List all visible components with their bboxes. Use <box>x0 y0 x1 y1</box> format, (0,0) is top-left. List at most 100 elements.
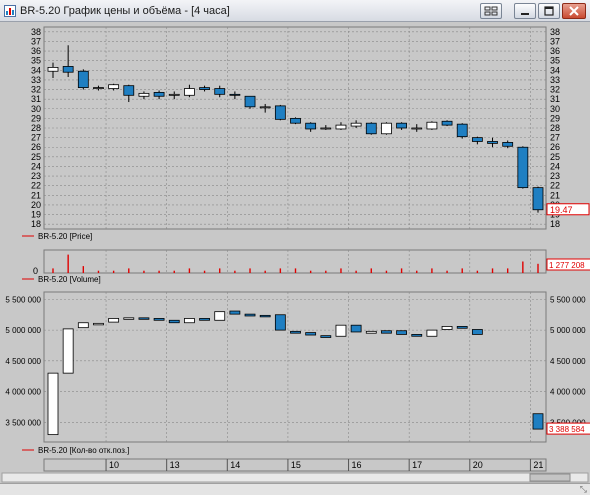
price-tick-right: 38 <box>550 27 560 37</box>
status-bar: ⤡ <box>0 483 590 495</box>
time-tick-label: 20 <box>473 460 483 470</box>
price-tick-left: 37 <box>31 36 41 46</box>
price-tick-left: 19 <box>31 210 41 220</box>
price-tick-left: 29 <box>31 113 41 123</box>
oi-candle <box>274 314 286 331</box>
price-tick-left: 23 <box>31 171 41 181</box>
price-candle <box>426 121 438 130</box>
price-candle <box>365 122 377 135</box>
price-candle <box>350 122 362 127</box>
time-tick-label: 15 <box>291 460 301 470</box>
oi-candle <box>244 313 256 317</box>
price-candle <box>320 127 332 130</box>
price-candle <box>456 123 468 138</box>
volume-zero-tick: 0 <box>33 266 38 276</box>
oi-candle <box>305 332 317 336</box>
price-candle <box>244 95 256 108</box>
oi-candle <box>108 318 120 323</box>
oi-candle <box>123 317 135 320</box>
oi-tick-left: 4 500 000 <box>5 357 41 366</box>
oi-candle <box>381 330 392 334</box>
oi-candle <box>456 326 468 329</box>
oi-tick-left: 4 000 000 <box>5 388 41 397</box>
layout-icon <box>484 6 498 16</box>
maximize-button[interactable] <box>538 3 560 19</box>
price-candle <box>487 141 498 144</box>
restore-layout-button[interactable] <box>480 3 502 19</box>
price-candle <box>441 120 453 126</box>
price-candle <box>153 92 165 97</box>
price-candle <box>77 70 89 89</box>
price-candle <box>381 122 392 135</box>
oi-candle <box>320 335 332 338</box>
price-tick-left: 25 <box>31 152 41 162</box>
oi-tick-right: 5 000 000 <box>550 326 586 335</box>
price-tick-left: 35 <box>31 56 41 66</box>
maximize-icon <box>544 6 554 16</box>
price-tick-left: 21 <box>31 190 41 200</box>
close-button[interactable] <box>562 3 586 19</box>
price-candle <box>517 146 529 189</box>
price-candle <box>123 85 135 96</box>
oi-candle <box>335 324 347 337</box>
chart-workspace[interactable]: BR-5.20 [Price] BR-5.20 [Volume] BR-5.20 [… <box>0 22 590 495</box>
time-tick-label: 16 <box>352 460 362 470</box>
oi-tick-left: 5 500 000 <box>5 295 41 304</box>
oi-tick-right: 4 000 000 <box>550 388 586 397</box>
price-tick-left: 27 <box>31 133 41 143</box>
time-tick-label: 17 <box>412 460 422 470</box>
oi-candle <box>471 329 483 335</box>
price-candle <box>108 84 120 89</box>
price-tick-right: 34 <box>550 65 560 75</box>
price-tick-right: 37 <box>550 36 560 46</box>
time-tick-label: 21 <box>533 460 543 470</box>
oi-candle <box>199 318 210 321</box>
oi-candle <box>62 328 74 374</box>
price-panel[interactable] <box>43 26 547 230</box>
open-interest-panel[interactable] <box>43 291 547 443</box>
chart-canvas[interactable]: BR-5.20 [Price] BR-5.20 [Volume] BR-5.20 [… <box>0 22 590 483</box>
time-tick-label: 14 <box>230 460 240 470</box>
price-candle <box>290 117 301 124</box>
price-candle <box>396 122 407 129</box>
price-tick-right: 35 <box>550 56 560 66</box>
price-candle <box>229 93 241 96</box>
oi-last-value: 3 388 584 <box>549 425 585 434</box>
price-candle <box>93 87 104 89</box>
oi-candle <box>365 330 377 334</box>
price-tick-right: 28 <box>550 123 560 133</box>
price-tick-right: 18 <box>550 219 560 229</box>
legend-label: BR-5.20 [Price] <box>38 232 92 241</box>
price-tick-right: 29 <box>550 113 560 123</box>
oi-tick-left: 5 000 000 <box>5 326 41 335</box>
price-tick-left: 31 <box>31 94 41 104</box>
price-candle <box>184 88 195 96</box>
price-tick-right: 36 <box>550 46 560 56</box>
resize-grip-icon[interactable]: ⤡ <box>580 484 587 495</box>
price-tick-right: 21 <box>550 190 560 200</box>
price-tick-left: 34 <box>31 65 41 75</box>
price-tick-left: 33 <box>31 75 41 85</box>
title-bar: BR-5.20 График цены и объёма - [4 часа] <box>0 0 590 22</box>
oi-candle <box>396 330 407 335</box>
oi-candle <box>138 317 150 320</box>
price-tick-left: 28 <box>31 123 41 133</box>
price-candle <box>199 87 210 90</box>
price-tick-left: 32 <box>31 85 41 95</box>
price-candle <box>62 66 74 73</box>
oi-candle <box>47 372 59 436</box>
horizontal-scrollbar[interactable] <box>1 472 589 483</box>
oi-candle <box>259 314 271 318</box>
scrollbar-thumb[interactable] <box>529 473 571 482</box>
minimize-button[interactable] <box>514 3 536 19</box>
oi-candle <box>153 318 165 321</box>
price-tick-left: 20 <box>31 200 41 210</box>
oi-candle <box>93 322 104 326</box>
time-tick-label: 10 <box>109 460 119 470</box>
oi-candle <box>168 319 180 324</box>
price-candle <box>335 124 347 130</box>
price-tick-right: 27 <box>550 133 560 143</box>
oi-tick-right: 5 500 000 <box>550 295 586 304</box>
oi-candle <box>411 334 423 337</box>
price-tick-left: 22 <box>31 181 41 191</box>
